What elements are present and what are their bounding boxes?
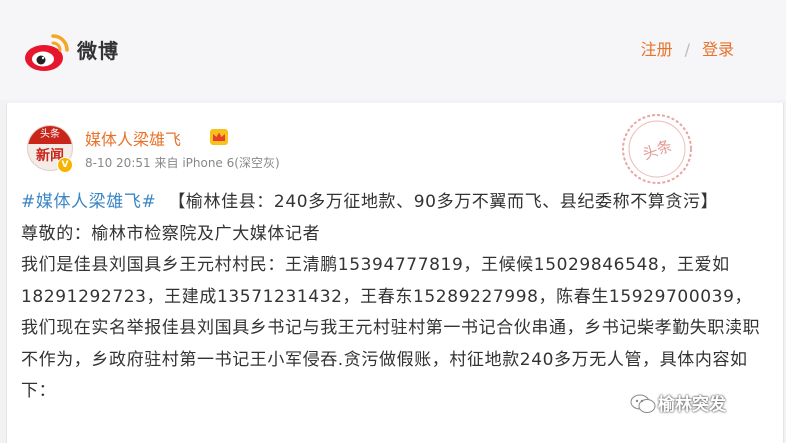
weibo-logo-text[interactable]: 微博 bbox=[77, 35, 119, 64]
headline-stamp-icon: 头条 bbox=[622, 114, 692, 184]
post-body: 我们是佳县刘国具乡王元村村民：王清鹏15394777819，王候候1502984… bbox=[21, 255, 761, 401]
auth-links: 注册 / 登录 bbox=[641, 36, 734, 60]
top-navigation-bar: 微博 注册 / 登录 bbox=[0, 0, 786, 100]
weibo-logo-icon[interactable] bbox=[22, 26, 74, 78]
post-title: 【榆林佳县：240多万征地款、90多万不翼而飞、县纪委称不算贪污】 bbox=[168, 192, 719, 212]
register-link[interactable]: 注册 bbox=[641, 40, 673, 59]
source-prefix: 来自 bbox=[154, 156, 179, 170]
author-name[interactable]: 媒体人梁雄飞 bbox=[85, 126, 181, 150]
watermark-text: 榆林突发 bbox=[658, 395, 726, 415]
member-crown-icon[interactable] bbox=[210, 129, 228, 145]
post-title-line: #媒体人梁雄飞# 【榆林佳县：240多万征地款、90多万不翼而飞、县纪委称不算贪… bbox=[21, 187, 763, 219]
auth-separator: / bbox=[684, 40, 690, 59]
post-greeting: 尊敬的：榆林市检察院及广大媒体记者 bbox=[21, 223, 321, 244]
stamp-text: 头条 bbox=[640, 136, 674, 163]
source-device: iPhone 6(深空灰) bbox=[182, 156, 280, 170]
avatar-top-text: 头条 bbox=[28, 126, 72, 144]
verified-badge-icon: V bbox=[57, 157, 73, 173]
post-timestamp[interactable]: 8-10 20:51 bbox=[85, 156, 151, 170]
hashtag-link[interactable]: #媒体人梁雄飞# bbox=[21, 192, 156, 212]
login-link[interactable]: 登录 bbox=[702, 40, 734, 59]
wechat-watermark-icon bbox=[630, 394, 656, 413]
post-meta: 8-10 20:51 来自 iPhone 6(深空灰) bbox=[85, 154, 280, 171]
post-content: #媒体人梁雄飞# 【榆林佳县：240多万征地款、90多万不翼而飞、县纪委称不算贪… bbox=[21, 187, 763, 408]
